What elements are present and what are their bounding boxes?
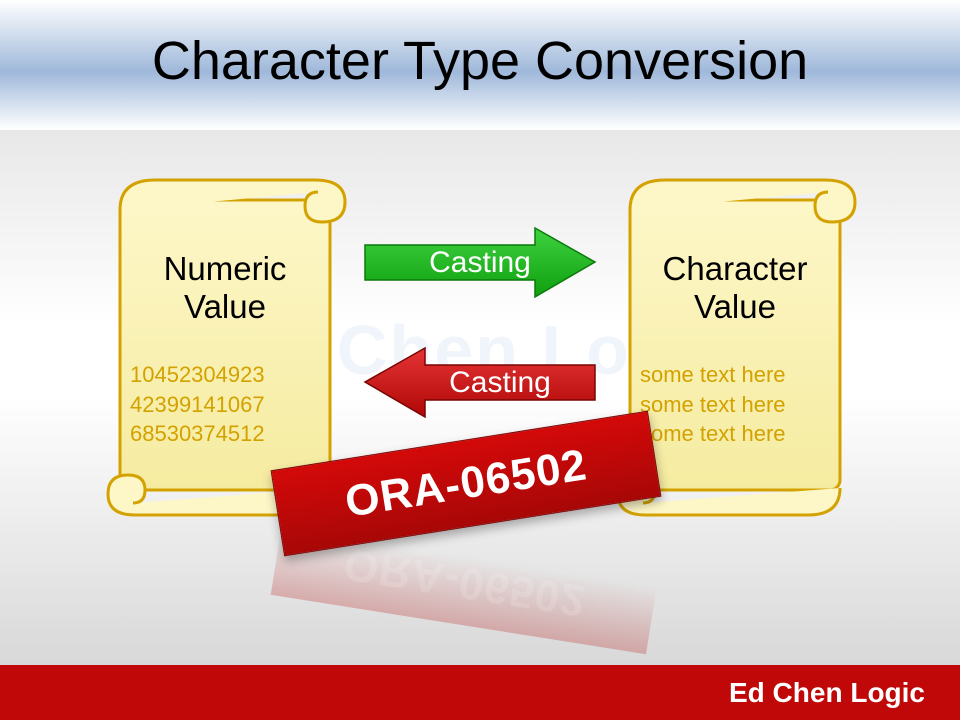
left-scroll-data: 10452304923 42399141067 68530374512 (130, 360, 330, 449)
right-scroll-heading: Character Value (610, 250, 860, 326)
title-band: Character Type Conversion (0, 0, 960, 130)
page-title: Character Type Conversion (0, 0, 960, 92)
footer-bar: Ed Chen Logic (0, 665, 960, 720)
arrow-back: Casting (360, 345, 600, 420)
left-scroll-heading: Numeric Value (100, 250, 350, 326)
arrow-forward: Casting (360, 225, 600, 300)
arrow-forward-label: Casting (360, 225, 600, 300)
footer-brand: Ed Chen Logic (729, 677, 925, 709)
arrow-back-label: Casting (360, 345, 600, 420)
right-scroll-data: some text here some text here some text … (640, 360, 840, 449)
